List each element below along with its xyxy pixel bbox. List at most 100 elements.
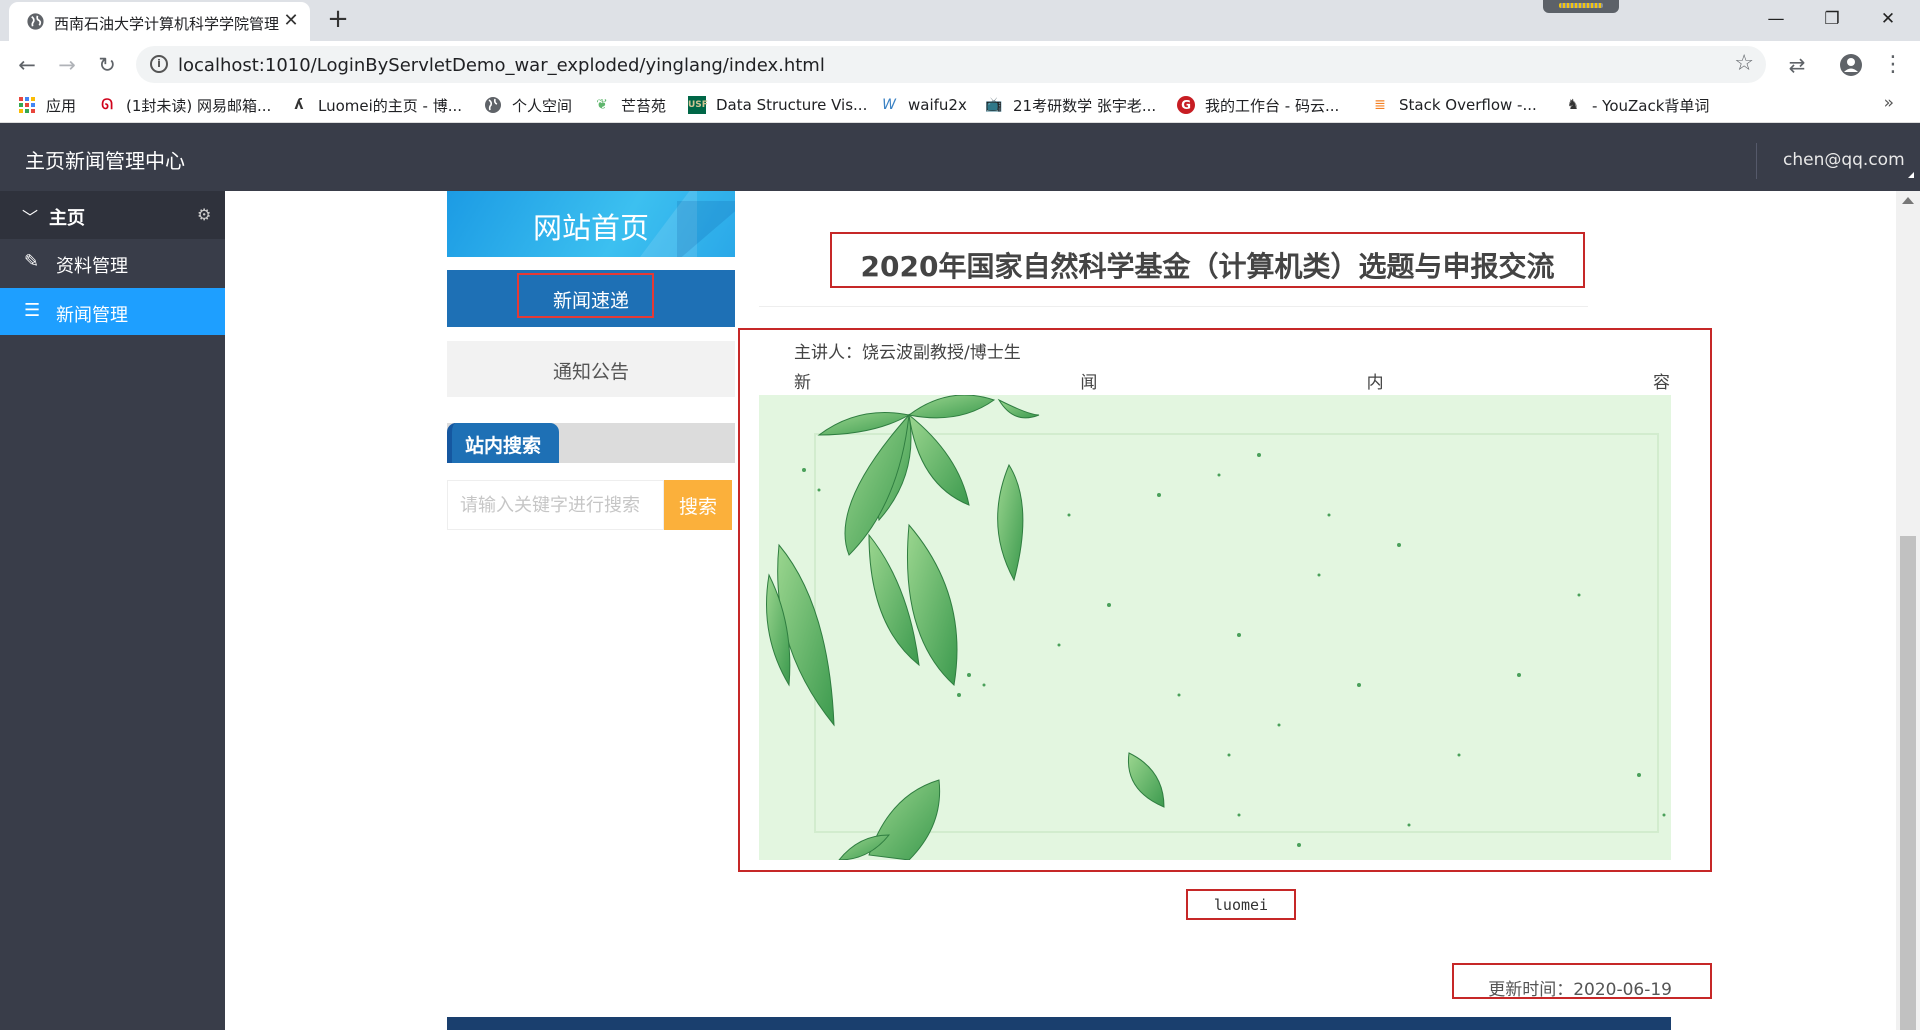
update-time-box: 更新时间：2020-06-19 [1452,963,1712,1000]
bookmark-youzack[interactable]: ♞ - YouZack背单词 [1564,94,1710,116]
search-button[interactable]: 搜索 [664,480,732,530]
search-input[interactable] [447,480,664,530]
bookmark-luomei[interactable]: ʎ Luomei的主页 - 博... [290,94,462,116]
site-search-header: 站内搜索 [447,423,735,463]
news-label-char: 新 [794,373,811,393]
chevron-down-icon: ﹀ [22,208,39,227]
bookmark-waifu2x[interactable]: W waifu2x [880,94,967,116]
scrollbar-thumb[interactable] [1900,536,1916,1030]
nav-news-button[interactable]: 新闻速递 [447,270,735,327]
app-header: 主页新闻管理中心 chen@qq.com [0,123,1920,191]
site-home-banner[interactable]: 网站首页 [447,191,735,257]
sidebar-section-home[interactable]: ﹀ 主页 ⚙ [0,191,225,239]
scrollbar[interactable] [1896,191,1920,1030]
reload-icon[interactable]: ↻ [92,50,122,80]
minimize-icon[interactable]: — [1748,0,1804,38]
url-text[interactable]: localhost:1010/LoginByServletDemo_war_ex… [178,55,825,76]
window-close-icon[interactable]: ✕ [1860,0,1916,38]
bookmark-label: - YouZack背单词 [1592,96,1710,115]
article-title-box: 2020年国家自然科学基金（计算机类）选题与申报交流 [830,232,1585,288]
bookmark-dsvis[interactable]: USF Data Structure Vis... [688,94,867,116]
browser-tab-bar: 西南石油大学计算机科学学院管理 ✕ + — ❐ ✕ [0,0,1920,41]
bookmark-label: 应用 [46,96,77,115]
sidebar: ﹀ 主页 ⚙ ✎ 资料管理 ☰ 新闻管理 [0,191,225,1030]
list-icon: ☰ [24,300,41,321]
bookmark-label: 21考研数学 张宇老... [1013,96,1157,115]
nav-notice-label: 通知公告 [552,361,629,383]
article-speaker: 主讲人：饶云波副教授/博士生 [794,343,1021,363]
bookmark-gitee[interactable]: G 我的工作台 - 码云... [1177,94,1339,116]
bookmark-netease[interactable]: ᘏ (1封未读) 网易邮箱... [98,94,271,116]
profile-icon[interactable] [1836,50,1866,80]
bookmark-mangtaiyuan[interactable]: ❦ 芒苔苑 [593,94,666,116]
bookmark-personal[interactable]: 个人空间 [484,94,572,116]
nav-news-label: 新闻速递 [552,290,629,312]
address-bar[interactable]: i localhost:1010/LoginByServletDemo_war_… [136,46,1766,83]
browser-toolbar: ← → ↻ i localhost:1010/LoginByServletDem… [0,41,1920,88]
footer-bar [447,1017,1671,1030]
site-search-title: 站内搜索 [464,435,541,457]
bookmark-label: (1封未读) 网易邮箱... [126,96,272,115]
youzack-icon: ♞ [1566,97,1580,113]
menu-kebab-icon[interactable]: ⋮ [1878,50,1908,80]
new-tab-button[interactable]: + [326,6,350,32]
article-author: luomei [1213,896,1269,914]
news-label-char: 容 [1652,373,1670,393]
bookmark-label: 芒苔苑 [621,96,667,115]
news-label-char: 内 [1366,373,1384,393]
title-divider [759,306,1588,307]
bookmark-apps[interactable]: 应用 [18,94,76,116]
browser-tab[interactable]: 西南石油大学计算机科学学院管理 ✕ [9,2,310,41]
bookmark-label: Data Structure Vis... [716,96,868,114]
news-content-label: 新 闻 内 容 [794,368,1670,393]
leaf-icon: ❦ [596,97,608,113]
sidebar-item-profile[interactable]: ✎ 资料管理 [0,239,225,286]
usf-icon: USF [688,96,708,114]
sidebar-item-label: 新闻管理 [56,305,128,326]
user-dropdown-caret-icon[interactable] [1902,172,1914,178]
site-home-label: 网站首页 [532,211,649,245]
bilibili-icon: 📺 [985,97,1003,113]
bookmark-stackoverflow[interactable]: ≣ Stack Overflow -... [1371,94,1537,116]
bookmark-label: waifu2x [908,96,967,114]
news-image [759,395,1671,860]
pencil-icon: ✎ [24,251,40,272]
tab-close-icon[interactable]: ✕ [281,11,301,31]
bookmark-label: Stack Overflow -... [1399,96,1537,114]
gitee-icon: G [1177,96,1195,114]
gear-icon[interactable]: ⚙ [197,205,211,224]
nav-notice-button[interactable]: 通知公告 [447,341,735,397]
sidebar-section-label: 主页 [49,208,85,229]
tab-title: 西南石油大学计算机科学学院管理 [54,15,280,33]
bookmark-star-icon[interactable]: ☆ [1734,51,1754,76]
app-title: 主页新闻管理中心 [25,149,185,173]
bookmark-bilibili[interactable]: 📺 21考研数学 张宇老... [985,94,1156,116]
extension-icon[interactable]: ⇄ [1782,50,1812,80]
sidebar-item-label: 资料管理 [56,256,128,277]
globe-icon [27,13,44,30]
bookmark-label: Luomei的主页 - 博... [318,96,463,115]
globe-icon [484,96,502,114]
update-time: 更新时间：2020-06-19 [1488,980,1672,1000]
article-title: 2020年国家自然科学基金（计算机类）选题与申报交流 [860,250,1555,283]
site-info-icon[interactable]: i [150,55,168,73]
header-divider [1756,143,1757,179]
forward-icon[interactable]: → [52,50,82,80]
w-icon: W [882,97,896,113]
scroll-up-icon[interactable] [1902,197,1914,204]
media-indicator [1543,0,1619,13]
bookmarks-more-icon[interactable]: » [1884,93,1894,113]
leaf-decoration-icon [766,395,1666,860]
sidebar-item-news[interactable]: ☰ 新闻管理 [0,288,225,335]
restore-icon[interactable]: ❐ [1804,0,1860,38]
news-label-char: 闻 [1080,373,1098,393]
bookmarks-bar: 应用 ᘏ (1封未读) 网易邮箱... ʎ Luomei的主页 - 博... 个… [0,88,1920,123]
netease-mail-icon: ᘏ [101,97,113,113]
stackoverflow-icon: ≣ [1374,97,1386,113]
bookmark-label: 个人空间 [512,96,573,115]
content-frame: 网站首页 新闻速递 通知公告 站内搜索 搜索 2020年国家自然科学基金（计算机… [225,191,1896,1030]
bookmark-label: 我的工作台 - 码云... [1205,96,1340,115]
back-icon[interactable]: ← [12,50,42,80]
user-email[interactable]: chen@qq.com [1783,150,1905,170]
author-box: luomei [1186,889,1296,920]
